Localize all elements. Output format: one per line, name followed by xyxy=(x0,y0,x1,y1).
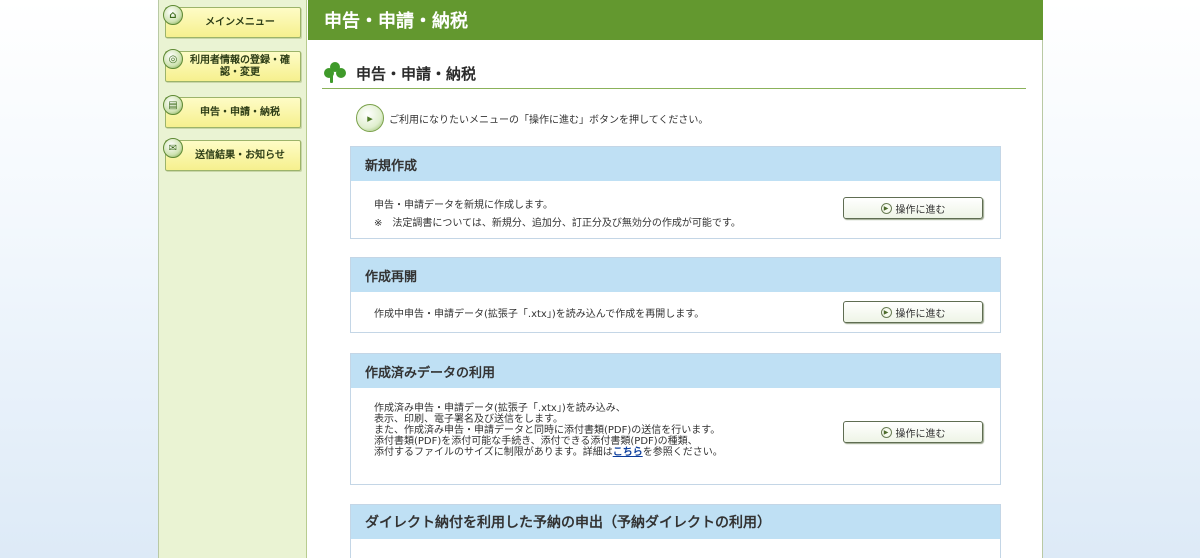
proceed-button-label: 操作に進む xyxy=(895,308,946,320)
panel-resume: 作成再開 作成中申告・申請データ(拡張子「.xtx」)を読み込んで作成を再開しま… xyxy=(350,257,1001,333)
panel-title: ダイレクト納付を利用した予納の申出（予納ダイレクトの利用） xyxy=(351,505,1000,539)
sidebar-item-user-info[interactable]: ◎ 利用者情報の登録・確認・変更 xyxy=(163,49,301,82)
play-icon: ▶ xyxy=(880,426,892,438)
panel-line-text: 添付するファイルのサイズに制限があります。詳細は xyxy=(374,447,613,458)
settings-icon: ◎ xyxy=(163,49,183,69)
sidebar-item-label: 申告・申請・納税 xyxy=(200,106,280,118)
sidebar-item-label: メインメニュー xyxy=(205,16,275,28)
proceed-button-label: 操作に進む xyxy=(895,204,946,216)
panel-line: 申告・申請データを新規に作成します。 xyxy=(374,200,553,211)
header-bar: 申告・申請・納税 xyxy=(308,0,1043,40)
proceed-button-label: 操作に進む xyxy=(895,428,946,440)
mail-icon: ✉ xyxy=(163,138,183,158)
panel-line: 表示、印刷、電子署名及び送信をします。 xyxy=(374,414,563,425)
panel-new: 新規作成 申告・申請データを新規に作成します。 ※ 法定調書については、新規分、… xyxy=(350,146,1001,239)
panel-existing-data: 作成済みデータの利用 作成済み申告・申請データ(拡張子「.xtx」)を読み込み、… xyxy=(350,353,1001,485)
sidebar-item-label: 送信結果・お知らせ xyxy=(195,149,285,161)
sidebar: ⌂ メインメニュー ◎ 利用者情報の登録・確認・変更 ▤ 申告・申請・納税 ✉ … xyxy=(159,0,307,558)
sidebar-item-filing[interactable]: ▤ 申告・申請・納税 xyxy=(163,95,301,128)
panel-line: 作成済み申告・申請データ(拡張子「.xtx」)を読み込み、 xyxy=(374,403,626,414)
main-content: 申告・申請・納税 ▸ ご利用になりたいメニューの「操作に進む」ボタンを押してくだ… xyxy=(308,40,1043,558)
play-icon: ▶ xyxy=(880,306,892,318)
panel-title: 作成再開 xyxy=(351,258,1000,292)
clover-icon xyxy=(324,62,346,84)
panel-line: 添付するファイルのサイズに制限があります。詳細はこちらを参照ください。 xyxy=(374,448,723,458)
header-title: 申告・申請・納税 xyxy=(324,11,468,32)
panel-body: 作成中申告・申請データ(拡張子「.xtx」)を読み込んで作成を再開します。 ▶ … xyxy=(351,292,1000,332)
panel-body: 申告・申請データを新規に作成します。 ※ 法定調書については、新規分、追加分、訂… xyxy=(351,181,1000,238)
play-icon: ▶ xyxy=(880,202,892,214)
page-title-text: 申告・申請・納税 xyxy=(356,64,477,83)
panel-line: また、作成済み申告・申請データと同時に添付書類(PDF)の送信を行います。 xyxy=(374,425,721,436)
proceed-button-resume[interactable]: ▶ 操作に進む xyxy=(843,301,983,323)
panel-body: 作成済み申告・申請データ(拡張子「.xtx」)を読み込み、 表示、印刷、電子署名… xyxy=(351,388,1000,484)
app-frame: ⌂ メインメニュー ◎ 利用者情報の登録・確認・変更 ▤ 申告・申請・納税 ✉ … xyxy=(158,0,1043,558)
proceed-button-existing[interactable]: ▶ 操作に進む xyxy=(843,421,983,443)
panel-title: 新規作成 xyxy=(351,147,1000,181)
panel-line: 作成中申告・申請データ(拡張子「.xtx」)を読み込んで作成を再開します。 xyxy=(374,309,705,320)
panel-direct-payment: ダイレクト納付を利用した予納の申出（予納ダイレクトの利用） xyxy=(350,504,1001,558)
page-title: 申告・申請・納税 xyxy=(322,58,1026,89)
document-icon: ▤ xyxy=(163,95,183,115)
sidebar-item-main-menu[interactable]: ⌂ メインメニュー xyxy=(163,5,301,38)
details-link[interactable]: こちら xyxy=(613,447,643,458)
proceed-button-new[interactable]: ▶ 操作に進む xyxy=(843,197,983,219)
panel-line: ※ 法定調書については、新規分、追加分、訂正分及び無効分の作成が可能です。 xyxy=(374,218,741,229)
notice-text: ご利用になりたいメニューの「操作に進む」ボタンを押してください。 xyxy=(389,114,709,126)
document-arrow-icon: ▸ xyxy=(356,104,384,132)
notice: ▸ ご利用になりたいメニューの「操作に進む」ボタンを押してください。 xyxy=(356,104,708,132)
panel-line: 添付書類(PDF)を添付可能な手続き、添付できる添付書類(PDF)の種類、 xyxy=(374,436,698,447)
sidebar-item-results[interactable]: ✉ 送信結果・お知らせ xyxy=(163,138,301,171)
panel-line-suffix: を参照ください。 xyxy=(642,447,723,458)
panel-title: 作成済みデータの利用 xyxy=(351,354,1000,388)
sidebar-item-label: 利用者情報の登録・確認・変更 xyxy=(190,54,290,78)
home-icon: ⌂ xyxy=(163,5,183,25)
